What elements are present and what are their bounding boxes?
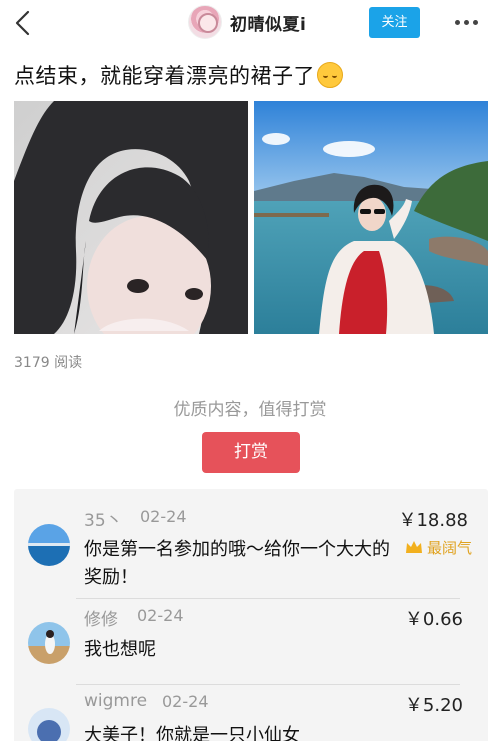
post-photo-seaside[interactable] bbox=[254, 101, 488, 334]
user-avatar[interactable] bbox=[28, 524, 70, 566]
tip-button[interactable]: 打赏 bbox=[202, 432, 300, 473]
top-tipper-badge: 最阔气 bbox=[405, 537, 472, 558]
author-avatar[interactable] bbox=[188, 5, 222, 39]
tip-amount: ￥0.66 bbox=[404, 609, 463, 630]
tip-prompt: 优质内容，值得打赏 bbox=[173, 400, 327, 420]
smiling-face-emoji-icon bbox=[317, 62, 343, 88]
tip-message: 你是第一名参加的哦～给你一个大大的奖励！ bbox=[84, 539, 390, 588]
divider bbox=[76, 684, 460, 685]
tip-date: 02-24 bbox=[162, 692, 209, 711]
tip-message: 我也想呢 bbox=[84, 639, 156, 660]
tipper-name: 35丶 bbox=[84, 511, 123, 531]
tip-list: 35丶 02-24 ￥18.88 你是第一名参加的哦～给你一个大大的奖励！ 最阔… bbox=[14, 489, 488, 741]
tip-date: 02-24 bbox=[140, 507, 187, 526]
top-bar: 初晴似夏i 关注 bbox=[0, 0, 500, 46]
crown-icon bbox=[405, 541, 422, 553]
tip-date: 02-24 bbox=[137, 606, 184, 625]
user-avatar[interactable] bbox=[28, 622, 70, 664]
tipper-name: 修修 bbox=[84, 610, 118, 630]
badge-label: 最阔气 bbox=[426, 539, 472, 557]
post-photo-selfie[interactable] bbox=[14, 101, 248, 334]
tipper-name: wigmre bbox=[84, 691, 148, 711]
tip-message: 大美子！你就是一只小仙女 bbox=[84, 725, 300, 741]
back-arrow-icon[interactable] bbox=[10, 8, 38, 38]
user-avatar[interactable] bbox=[28, 708, 70, 741]
post-text-content: 点结束，就能穿着漂亮的裙子了 bbox=[14, 64, 315, 88]
more-options-icon[interactable] bbox=[452, 12, 482, 32]
tip-amount: ￥5.20 bbox=[404, 695, 463, 716]
post-text: 点结束，就能穿着漂亮的裙子了 bbox=[14, 60, 343, 90]
author-name[interactable]: 初晴似夏i bbox=[230, 10, 306, 35]
follow-button[interactable]: 关注 bbox=[369, 7, 420, 38]
read-count: 3179 阅读 bbox=[14, 355, 83, 371]
tip-amount: ￥18.88 bbox=[398, 510, 468, 531]
divider bbox=[76, 598, 460, 599]
